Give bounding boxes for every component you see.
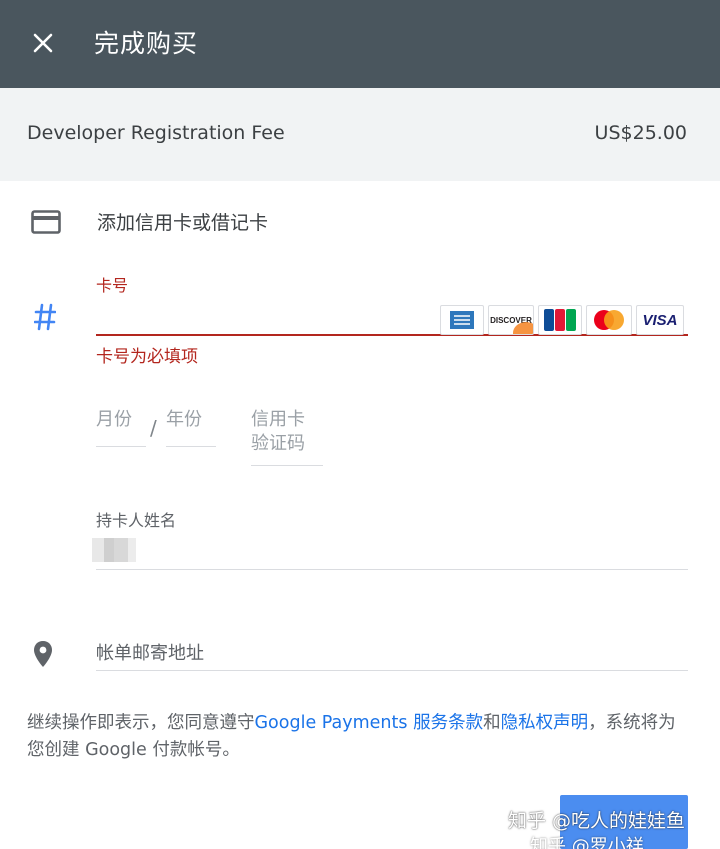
watermark-text: 知乎 @吃人的娃娃鱼 (508, 810, 686, 832)
jcb-logo-icon (538, 305, 582, 335)
terms-and: 和 (483, 713, 501, 733)
payments-terms-link[interactable]: Google Payments 服务条款 (255, 713, 484, 733)
cardholder-name-label: 持卡人姓名 (96, 511, 177, 530)
discover-logo-icon: DISCOVER (488, 305, 534, 335)
expiry-month-field[interactable]: 月份 (96, 408, 146, 448)
expiry-year-placeholder: 年份 (166, 409, 202, 430)
cardholder-name-blurred[interactable] (92, 538, 136, 562)
card-number-input[interactable] (96, 300, 436, 332)
cvc-placeholder-line1: 信用卡 (251, 409, 305, 430)
expiry-year-field[interactable]: 年份 (166, 408, 216, 448)
close-icon (33, 33, 53, 53)
close-button[interactable] (22, 22, 64, 64)
mastercard-logo-icon (586, 305, 632, 335)
card-brand-list: DISCOVER VISA (440, 305, 684, 335)
card-number-label: 卡号 (96, 276, 129, 295)
cardholder-name-underline (96, 569, 688, 570)
hash-icon (30, 300, 60, 334)
billing-address-field[interactable]: 帐单邮寄地址 (96, 639, 204, 665)
terms-prefix: 继续操作即表示，您同意遵守 (27, 713, 255, 733)
expiry-month-placeholder: 月份 (96, 409, 132, 430)
order-item-name: Developer Registration Fee (27, 122, 285, 144)
order-price: US$25.00 (594, 122, 687, 144)
terms-text: 继续操作即表示，您同意遵守Google Payments 服务条款和隐私权声明，… (27, 710, 692, 764)
order-summary: Developer Registration Fee US$25.00 (0, 88, 720, 181)
cvc-placeholder-line2: 验证码 (251, 433, 305, 454)
location-pin-icon (30, 638, 56, 670)
cvc-field[interactable]: 信用卡 验证码 (251, 408, 323, 466)
add-card-option[interactable]: 添加信用卡或借记卡 (97, 208, 268, 235)
watermark-text-secondary: 知乎 @罗小祥 (530, 836, 644, 849)
title-bar: 完成购买 (0, 0, 720, 88)
credit-card-icon (30, 208, 62, 236)
privacy-policy-link[interactable]: 隐私权声明 (501, 713, 589, 733)
page-title: 完成购买 (94, 29, 199, 58)
visa-logo-text: VISA (642, 311, 678, 329)
expiry-separator: / (150, 416, 157, 440)
amex-logo-icon (440, 305, 484, 335)
card-number-error: 卡号为必填项 (96, 347, 198, 367)
billing-address-underline (96, 670, 688, 671)
visa-logo-icon: VISA (636, 305, 684, 335)
